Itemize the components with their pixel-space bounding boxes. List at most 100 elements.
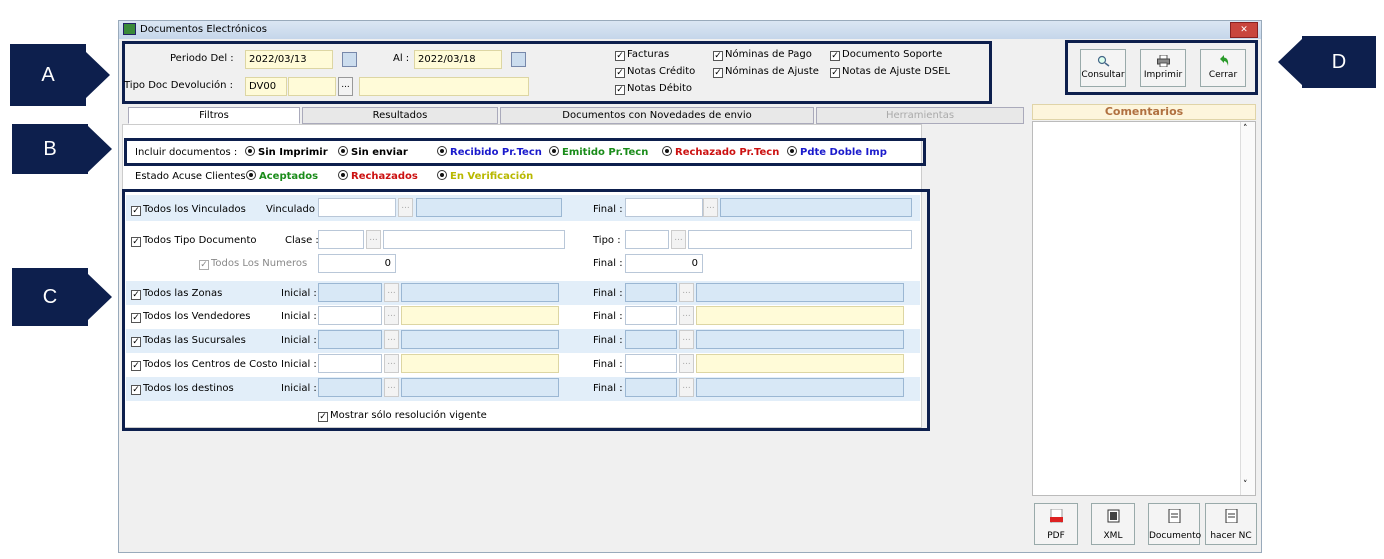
callout-a-arrow [86,52,110,98]
check-notas-debito[interactable]: ✓ Notas Débito [615,83,692,95]
hacer-nc-button[interactable]: hacer NC [1205,503,1257,545]
destinos-inicial-field[interactable] [318,378,382,397]
zonas-final-field[interactable] [625,283,677,302]
radio-sin-enviar[interactable]: Sin enviar [338,146,408,158]
check-todos-numeros[interactable]: ✓ Todos Los Numeros [199,258,307,270]
vinculado-final-field[interactable] [625,198,703,217]
tipo-field[interactable] [625,230,669,249]
documento-button[interactable]: Documento [1148,503,1201,545]
vinculado-field[interactable] [318,198,396,217]
destinos-final-field[interactable] [625,378,677,397]
check-destinos[interactable]: ✓ Todos los destinos [131,383,234,395]
clase-field[interactable] [318,230,364,249]
tipo-doc-extra-field[interactable] [288,77,336,96]
vinculado-lookup-button[interactable]: ... [398,198,413,217]
check-sucursales[interactable]: ✓ Todas las Sucursales [131,335,246,347]
vinculado-desc-field [416,198,562,217]
tipo-doc-field[interactable]: DV00 [245,77,287,96]
periodo-from-field[interactable]: 2022/03/13 [245,50,333,69]
centros-inicial-field[interactable] [318,354,382,373]
tab-novedades[interactable]: Documentos con Novedades de envio [500,107,814,124]
centros-final-field[interactable] [625,354,677,373]
tipo-doc-lookup-button[interactable]: ... [338,77,353,96]
numero-final-field[interactable]: 0 [625,254,703,273]
calendar-from-icon[interactable] [342,52,357,67]
check-resolucion-vigente[interactable]: ✓ Mostrar sólo resolución vigente [318,410,487,422]
sucursales-final-field[interactable] [625,330,677,349]
pdf-icon [1050,509,1063,523]
zonas-final-desc-field [696,283,904,302]
vendedores-inicial-lookup-button[interactable]: ... [384,306,399,325]
radio-en-verificacion[interactable]: En Verificación [437,170,533,182]
destinos-inicial-desc-field [401,378,559,397]
consultar-button[interactable]: Consultar [1080,49,1126,87]
check-notas-ajuste-dsel[interactable]: ✓ Notas de Ajuste DSEL [830,66,950,78]
incluir-label: Incluir documentos : [135,147,238,158]
radio-sin-imprimir[interactable]: Sin Imprimir [245,146,328,158]
vendedores-inicial-field[interactable] [318,306,382,325]
zonas-final-lookup-button[interactable]: ... [679,283,694,302]
imprimir-button[interactable]: Imprimir [1140,49,1186,87]
comentarios-scrollbar[interactable] [1240,122,1255,495]
title-bar [119,21,1261,39]
check-documento-soporte[interactable]: ✓ Documento Soporte [830,49,942,61]
radio-aceptados[interactable]: Aceptados [246,170,318,182]
check-centros-costo[interactable]: ✓ Todos los Centros de Costo [131,359,278,371]
radio-emitido[interactable]: Emitido Pr.Tecn [549,146,648,158]
callout-a: A [10,44,86,106]
sucursales-inicial-field[interactable] [318,330,382,349]
check-vinculados[interactable]: ✓ Todos los Vinculados [131,204,246,216]
check-tipo-documento[interactable]: ✓ Todos Tipo Documento [131,235,257,247]
check-nominas-pago[interactable]: ✓ Nóminas de Pago [713,49,812,61]
check-nominas-ajuste[interactable]: ✓ Nóminas de Ajuste [713,66,819,78]
clase-lookup-button[interactable]: ... [366,230,381,249]
destinos-inicial-lookup-button[interactable]: ... [384,378,399,397]
close-button[interactable]: ✕ [1230,22,1258,38]
comentarios-textarea[interactable] [1032,121,1256,496]
tipo-desc-field [688,230,912,249]
numero-final-label: Final : [593,258,623,269]
calendar-to-icon[interactable] [511,52,526,67]
check-zonas[interactable]: ✓ Todos las Zonas [131,288,222,300]
estado-label: Estado Acuse Clientes : [135,171,253,182]
vinculado-final-desc-field [720,198,912,217]
xml-icon [1107,509,1120,523]
scroll-down-icon[interactable]: ˅ [1243,480,1248,490]
centros-final-lookup-button[interactable]: ... [679,354,694,373]
radio-recibido[interactable]: Recibido Pr.Tecn [437,146,542,158]
check-vendedores[interactable]: ✓ Todos los Vendedores [131,311,250,323]
vendedores-final-field[interactable] [625,306,677,325]
destinos-final-lookup-button[interactable]: ... [679,378,694,397]
zonas-inicial-lookup-button[interactable]: ... [384,283,399,302]
xml-button[interactable]: XML [1091,503,1135,545]
tipo-doc-label: Tipo Doc Devolución : [124,80,234,91]
callout-b: B [12,124,88,174]
pdf-button[interactable]: PDF [1034,503,1078,545]
callout-c-arrow [88,274,112,320]
tab-resultados[interactable]: Resultados [302,107,498,124]
zonas-inicial-field[interactable] [318,283,382,302]
sucursales-inicial-lookup-button[interactable]: ... [384,330,399,349]
vendedores-inicial-label: Inicial : [281,311,317,322]
vendedores-final-lookup-button[interactable]: ... [679,306,694,325]
cerrar-button[interactable]: Cerrar [1200,49,1246,87]
centros-inicial-desc-field [401,354,559,373]
radio-pdte-doble[interactable]: Pdte Doble Imp [787,146,887,158]
vendedores-inicial-desc-field [401,306,559,325]
vinculado-final-lookup-button[interactable]: ... [703,198,718,217]
window-title: Documentos Electrónicos [140,24,267,35]
check-facturas[interactable]: ✓ Facturas [615,49,669,61]
zonas-inicial-desc-field [401,283,559,302]
numero-inicial-field[interactable]: 0 [318,254,396,273]
radio-rechazado-pr[interactable]: Rechazado Pr.Tecn [662,146,779,158]
tab-filtros[interactable]: Filtros [128,107,300,124]
callout-d-arrow [1278,39,1302,85]
scroll-up-icon[interactable]: ˄ [1243,124,1248,134]
tipo-lookup-button[interactable]: ... [671,230,686,249]
periodo-to-field[interactable]: 2022/03/18 [414,50,502,69]
centros-inicial-lookup-button[interactable]: ... [384,354,399,373]
radio-rechazados[interactable]: Rechazados [338,170,418,182]
sucursales-final-lookup-button[interactable]: ... [679,330,694,349]
periodo-del-label: Periodo Del : [170,53,234,64]
check-notas-credito[interactable]: ✓ Notas Crédito [615,66,695,78]
